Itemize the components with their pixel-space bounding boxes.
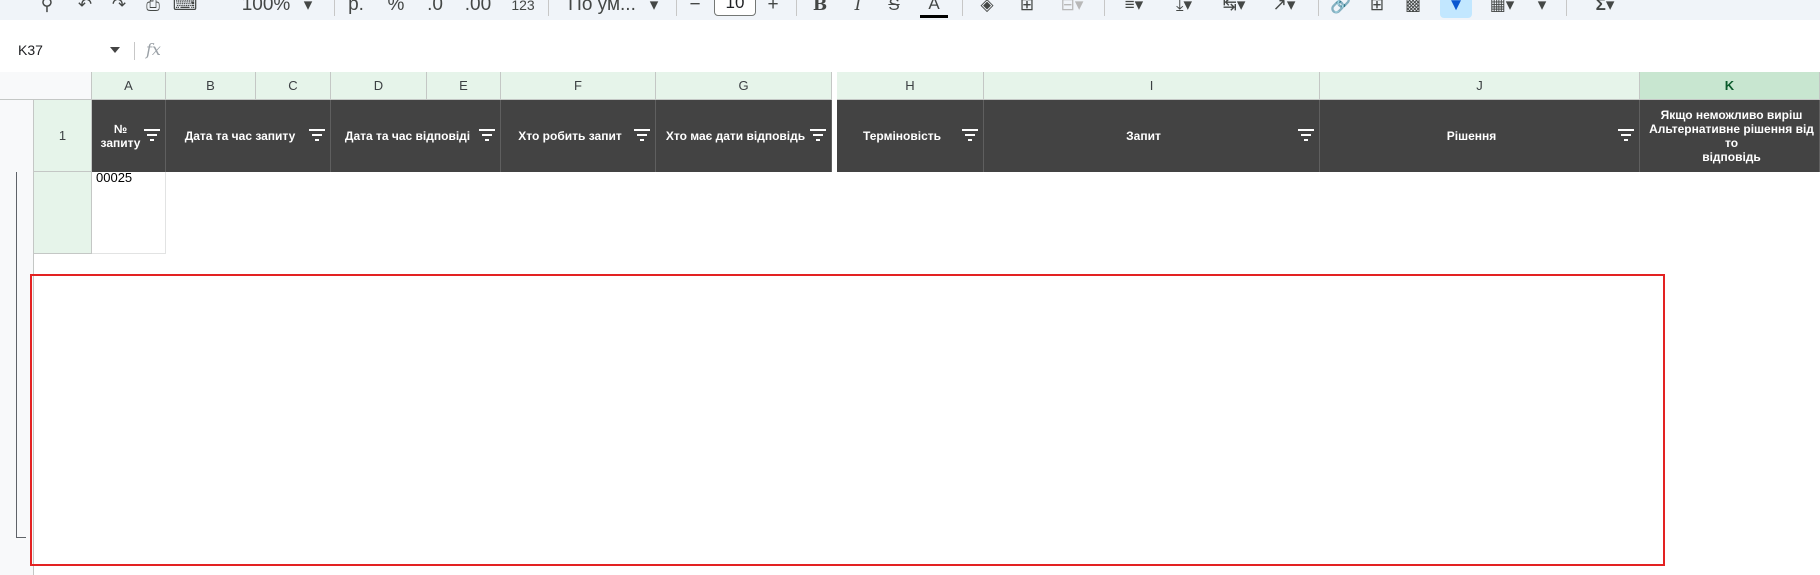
toolbar-divider [548, 0, 549, 16]
filter-icon[interactable] [309, 128, 325, 142]
insert-comment-icon[interactable]: ⊞ [1364, 0, 1390, 18]
header-label: Якщо неможливо виріш Альтернативне рішен… [1649, 108, 1814, 164]
filter-icon[interactable] [810, 128, 826, 142]
column-header-j[interactable]: J [1320, 72, 1640, 100]
insert-link-icon[interactable]: 🔗 [1328, 0, 1354, 18]
vertical-align-icon[interactable]: ⤓▾ [1164, 0, 1204, 18]
header-label: Запит [1126, 129, 1161, 143]
search-icon[interactable]: ⚲ [34, 0, 60, 18]
font-size-decrease-button[interactable]: − [684, 0, 706, 18]
toolbar-divider [1566, 0, 1567, 16]
select-all-corner[interactable] [0, 72, 92, 100]
name-box-value: K37 [18, 42, 43, 58]
toolbar-divider [334, 0, 335, 16]
row-header-28[interactable] [34, 172, 92, 254]
header-cell-alternative: Якщо неможливо виріш Альтернативне рішен… [1640, 100, 1820, 172]
text-rotation-icon[interactable]: ↗▾ [1264, 0, 1304, 18]
cell-text: 00025 [96, 172, 133, 185]
header-cell-request-number: № запиту [92, 100, 166, 172]
merge-cells-icon[interactable]: ⊟▾ [1052, 0, 1092, 18]
header-cell-responder: Хто має дати відповідь [656, 100, 832, 172]
toolbar-divider [1318, 0, 1319, 16]
filter-icon[interactable] [1618, 128, 1634, 142]
column-header-i[interactable]: I [984, 72, 1320, 100]
row-header-1[interactable]: 1 [34, 100, 92, 172]
header-label: Дата та час запиту [184, 129, 296, 143]
header-cell-solution: Рішення [1320, 100, 1640, 172]
percent-format-button[interactable]: % [384, 0, 408, 18]
print-icon[interactable]: ⎙ [140, 0, 166, 18]
chevron-down-icon[interactable]: ▾ [298, 0, 318, 18]
header-cell-requester: Хто робить запит [501, 100, 656, 172]
decrease-decimals-button[interactable]: .0 [420, 0, 450, 18]
row-group-line [16, 172, 17, 537]
filter-icon[interactable] [144, 128, 160, 142]
toolbar: ⚲ ↶ ↷ ⎙ ⌨ 100% ▾ р. % .0 .00 123 По ум..… [0, 0, 1820, 20]
insert-chart-icon[interactable]: ▩ [1400, 0, 1426, 18]
function-icon: fx [146, 40, 161, 59]
borders-icon[interactable]: ⊞ [1014, 0, 1040, 18]
paint-format-icon[interactable]: ⌨ [172, 0, 198, 18]
font-size-input[interactable]: 10 [714, 0, 756, 16]
filter-views-icon[interactable]: ▦▾ [1482, 0, 1522, 18]
column-header-h[interactable]: H [837, 72, 984, 100]
formula-bar-divider [134, 42, 135, 60]
row-group-gutter [0, 100, 34, 575]
chevron-down-icon[interactable]: ▾ [1532, 0, 1552, 18]
filter-icon[interactable] [479, 128, 495, 142]
horizontal-align-icon[interactable]: ≡▾ [1114, 0, 1154, 18]
redo-icon[interactable]: ↷ [106, 0, 132, 18]
spreadsheet-grid: A B C D E F G H I J K 1 № запиту Дата та… [0, 72, 1820, 575]
toolbar-divider [676, 0, 677, 16]
italic-icon[interactable]: I [846, 0, 870, 18]
table-cell-id[interactable]: 00025 [92, 172, 166, 254]
header-cell-urgency: Терміновість [837, 100, 984, 172]
header-cell-answer-datetime: Дата та час відповіді [331, 100, 501, 172]
header-label: Хто робить запит [518, 129, 622, 143]
column-header-d[interactable]: D [331, 72, 427, 100]
toolbar-divider [962, 0, 963, 16]
filter-icon[interactable]: ▼ [1443, 0, 1469, 18]
header-label: Рішення [1446, 129, 1497, 143]
header-label: № запиту [100, 122, 141, 150]
text-wrapping-icon[interactable]: ↹▾ [1214, 0, 1254, 18]
column-header-c[interactable]: C [256, 72, 331, 100]
header-cell-request-datetime: Дата та час запиту [166, 100, 331, 172]
chevron-down-icon[interactable]: ▾ [644, 0, 664, 18]
increase-decimals-button[interactable]: .00 [460, 0, 496, 18]
chevron-down-icon[interactable] [110, 47, 120, 53]
row-group-end [16, 537, 26, 538]
font-family-select[interactable]: По ум... [560, 0, 644, 18]
name-box[interactable]: K37 [10, 40, 126, 60]
text-color-icon[interactable]: A [920, 0, 948, 18]
strikethrough-icon[interactable]: S [882, 0, 906, 18]
zoom-select[interactable]: 100% [236, 0, 296, 18]
column-header-f[interactable]: F [501, 72, 656, 100]
font-size-increase-button[interactable]: + [762, 0, 784, 18]
currency-format-button[interactable]: р. [344, 0, 368, 18]
column-header-k[interactable]: K [1640, 72, 1820, 100]
filter-icon[interactable] [634, 128, 650, 142]
filter-icon[interactable] [962, 128, 978, 142]
header-label: Дата та час відповіді [344, 129, 471, 143]
undo-icon[interactable]: ↶ [72, 0, 98, 18]
fill-color-icon[interactable]: ◈ [972, 0, 1002, 18]
header-label: Хто має дати відповідь [665, 129, 806, 143]
column-header-a[interactable]: A [92, 72, 166, 100]
toolbar-divider [1104, 0, 1105, 16]
filter-icon[interactable] [1298, 128, 1314, 142]
number-format-button[interactable]: 123 [506, 0, 540, 18]
header-label: Терміновість [862, 129, 941, 143]
formula-bar: K37 fx [0, 36, 1820, 62]
toolbar-divider [796, 0, 797, 16]
column-header-g[interactable]: G [656, 72, 832, 100]
bold-icon[interactable]: B [808, 0, 832, 18]
header-cell-request: Запит [984, 100, 1320, 172]
functions-icon[interactable]: Σ▾ [1580, 0, 1630, 18]
column-header-e[interactable]: E [427, 72, 501, 100]
column-header-b[interactable]: B [166, 72, 256, 100]
